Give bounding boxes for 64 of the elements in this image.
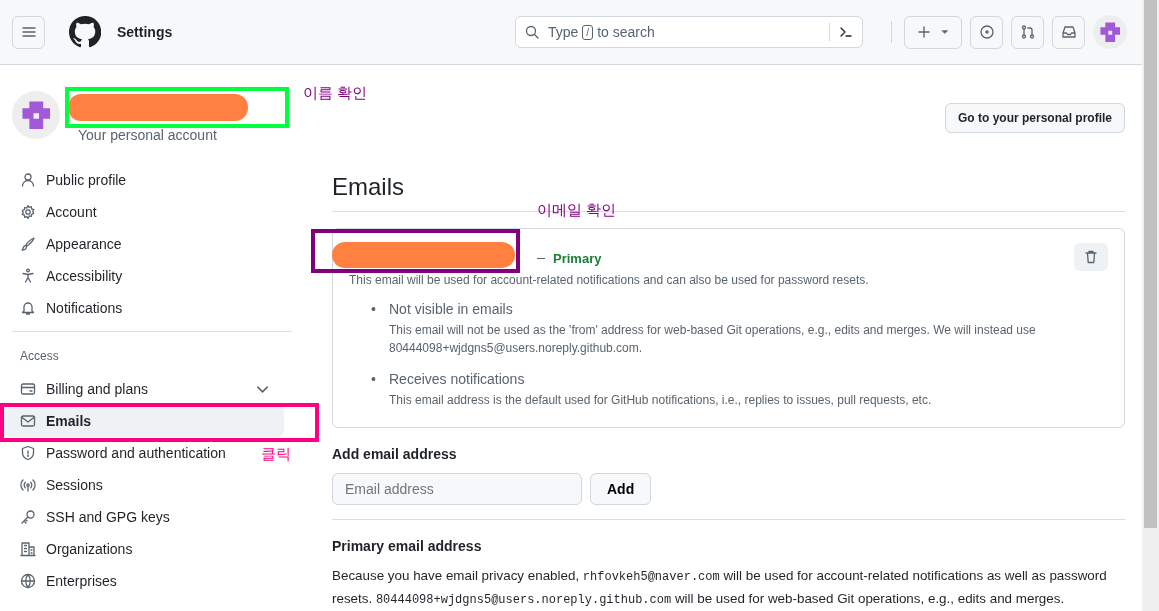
add-button[interactable]: Add: [590, 473, 652, 505]
person-icon: [20, 172, 36, 188]
annotation-label: 이메일 확인: [537, 200, 617, 220]
point-title: Receives notifications: [389, 370, 526, 389]
caret-icon: [940, 27, 950, 37]
bullet: •: [371, 300, 377, 319]
search-icon: [524, 24, 540, 40]
key-icon: [20, 509, 36, 525]
gear-icon: [20, 204, 36, 220]
sidebar-item[interactable]: Appearance: [4, 228, 130, 260]
sidebar-item[interactable]: Public profile: [4, 164, 135, 196]
point-title: Not visible in emails: [389, 300, 514, 319]
trash-icon: [1083, 249, 1099, 265]
sidebar-item[interactable]: Sessions: [4, 469, 111, 501]
inbox-button[interactable]: [1052, 15, 1085, 49]
avatar: [12, 91, 60, 139]
sidebar-item[interactable]: Organizations: [4, 533, 141, 565]
sidebar-item[interactable]: Account: [4, 196, 105, 228]
figure-icon: [20, 268, 36, 284]
circle-dot-icon: [978, 24, 995, 40]
sidebar-item[interactable]: Password and authentication: [4, 437, 234, 469]
delete-button[interactable]: [1074, 243, 1108, 271]
annotation-label: 클릭: [261, 444, 291, 464]
logo-icon[interactable]: [69, 16, 101, 48]
page-title: Settings: [117, 22, 173, 42]
sidebar-item[interactable]: SSH and GPG keys: [4, 501, 178, 533]
create-button[interactable]: [904, 15, 962, 49]
section-heading: Access: [19, 348, 60, 365]
profile-button[interactable]: Go to your personal profile: [945, 103, 1125, 133]
shield-icon: [20, 445, 36, 461]
inbox-icon: [1060, 24, 1077, 40]
globe-icon: [20, 573, 36, 589]
envelope-icon: [20, 413, 36, 429]
account-caption: Your personal account: [78, 126, 217, 145]
pull-requests-button[interactable]: [1011, 15, 1044, 49]
privacy-paragraph: Because you have email privacy enabled, rhfovkeh5@naver.com will be used for account-related notifications as well as password resets. 80444098+wjdgns5@users.noreply.github.com will be used for web-based Git operations, e.g., edits and merges.: [332, 567, 1108, 609]
issues-button[interactable]: [970, 15, 1003, 49]
email-input[interactable]: Email address: [332, 473, 582, 505]
point-text: This email will not be used as the 'from' address for web-based Git operations, e.g., edits and merges. We will instead use 80444098+wjdgns5@users.noreply.github.com.: [389, 322, 1037, 357]
email-note: This email will be used for account-related notifications and can also be used for password resets.: [349, 272, 870, 289]
bell-icon: [20, 300, 36, 316]
section-heading: Add email address: [332, 445, 458, 464]
menu-button[interactable]: [12, 15, 45, 49]
dash-mark: [537, 258, 545, 259]
pull-request-icon: [1019, 24, 1036, 40]
paintbrush-icon: [20, 236, 36, 252]
section-heading: Primary email address: [332, 537, 483, 556]
point-text: This email address is the default used for GitHub notifications, i.e., replies to issues, pull requests, etc.: [389, 392, 932, 409]
broadcast-icon: [20, 477, 36, 493]
primary-label: Primary: [553, 250, 602, 268]
sidebar-item[interactable]: Accessibility: [4, 260, 131, 292]
credit-card-icon: [20, 381, 36, 397]
sidebar-item[interactable]: Billing and plans: [4, 373, 284, 405]
avatar[interactable]: [1093, 15, 1127, 49]
sidebar-item[interactable]: Emails: [4, 405, 284, 437]
bullet: •: [371, 370, 377, 389]
sidebar-item[interactable]: Notifications: [4, 292, 131, 324]
sidebar-item[interactable]: Enterprises: [4, 565, 125, 597]
building-icon: [20, 541, 36, 557]
menu-icon: [20, 24, 37, 40]
annotation-label: 이름 확인: [303, 83, 368, 103]
search-field[interactable]: Type / to search: [515, 16, 863, 48]
scrollbar[interactable]: [1142, 0, 1159, 611]
plus-icon: [916, 24, 932, 40]
